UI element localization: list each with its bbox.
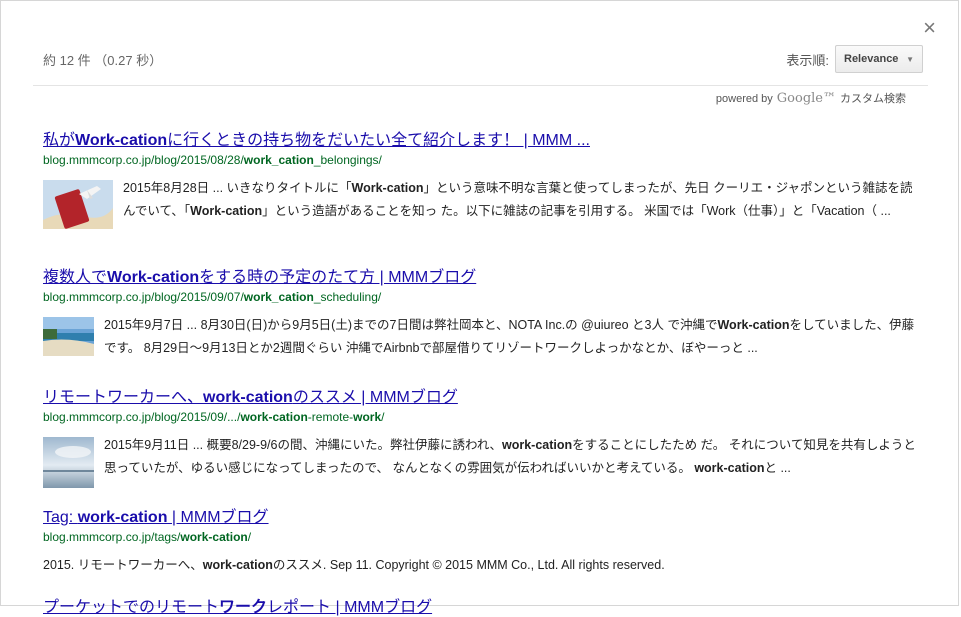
search-result: リモートワーカーへ、work-cationのススメ | MMMブログ blog.…: [43, 383, 919, 488]
highlighted-term: work-cation: [694, 461, 765, 475]
search-result: Tag: work-cation | MMMブログ blog.mmmcorp.c…: [43, 503, 919, 577]
powered-by-text: powered by: [715, 93, 773, 105]
highlighted-term: work-cation: [202, 558, 273, 572]
sort-order-select[interactable]: Relevance ▼: [835, 45, 923, 73]
sort-control: 表示順: Relevance ▼: [786, 45, 923, 73]
sort-label: 表示順:: [786, 52, 829, 68]
highlighted-term: work-cation: [203, 389, 293, 406]
highlighted-term: work_cation: [243, 153, 314, 167]
custom-search-text: カスタム検索: [840, 93, 906, 105]
chevron-down-icon: ▼: [906, 54, 914, 64]
result-url: blog.mmmcorp.co.jp/blog/2015/09/07/work_…: [43, 290, 382, 304]
close-icon[interactable]: ×: [923, 17, 936, 39]
result-snippet: 2015年9月7日 ... 8月30日(日)から9月5日(土)までの7日間は弊社…: [104, 318, 915, 355]
result-snippet: 2015. リモートワーカーへ、work-cationのススメ. Sep 11.…: [43, 558, 665, 572]
google-logo: Google™: [776, 91, 836, 106]
highlighted-term: work: [353, 410, 382, 424]
header-divider: [33, 85, 928, 86]
highlighted-term: Work-cation: [717, 318, 790, 332]
result-snippet: 2015年9月11日 ... 概要8/29-9/6の間、沖縄にいた。弊社伊藤に誘…: [104, 438, 916, 475]
result-url: blog.mmmcorp.co.jp/tags/work-cation/: [43, 530, 252, 544]
result-url: blog.mmmcorp.co.jp/blog/2015/09/.../work…: [43, 410, 385, 424]
highlighted-term: work_cation: [243, 290, 314, 304]
highlighted-term: work-cation: [240, 410, 308, 424]
search-result: 複数人でWork-cationをする時の予定のたて方 | MMMブログ blog…: [43, 263, 919, 360]
highlighted-term: Work-cation: [351, 181, 424, 195]
result-url: blog.mmmcorp.co.jp/blog/2015/08/28/work_…: [43, 153, 382, 167]
result-title-link[interactable]: 複数人でWork-cationをする時の予定のたて方 | MMMブログ: [43, 263, 919, 287]
search-results-dialog: × 約 12 件 （0.27 秒） 表示順: Relevance ▼ power…: [0, 0, 959, 616]
result-title-link[interactable]: プーケットでのリモートワークレポート | MMMブログ: [43, 593, 919, 617]
sky-thumbnail-icon[interactable]: [43, 437, 94, 488]
highlighted-term: Work-cation: [190, 204, 263, 218]
result-count: 約 12 件 （0.27 秒）: [43, 53, 163, 68]
beach-thumbnail-icon[interactable]: [43, 317, 94, 356]
result-title-link[interactable]: Tag: work-cation | MMMブログ: [43, 503, 919, 527]
highlighted-term: Work-cation: [107, 269, 200, 286]
highlighted-term: work-cation: [501, 438, 573, 452]
search-result: 私がWork-cationに行くときの持ち物をだいたい全て紹介します！ | MM…: [43, 126, 919, 229]
search-result: プーケットでのリモートワークレポート | MMMブログ: [43, 593, 919, 617]
sort-value: Relevance: [844, 53, 899, 65]
highlighted-term: work-cation: [77, 509, 168, 526]
highlighted-term: work-cation: [180, 530, 248, 544]
highlighted-term: Work-cation: [75, 132, 168, 149]
passport-thumbnail-icon[interactable]: [43, 180, 113, 229]
powered-by-google: powered by Google™ カスタム検索: [716, 90, 906, 106]
result-title-link[interactable]: リモートワーカーへ、work-cationのススメ | MMMブログ: [43, 383, 919, 407]
result-snippet: 2015年8月28日 ... いきなりタイトルに「Work-cation」という…: [123, 181, 913, 218]
result-title-link[interactable]: 私がWork-cationに行くときの持ち物をだいたい全て紹介します！ | MM…: [43, 126, 919, 150]
